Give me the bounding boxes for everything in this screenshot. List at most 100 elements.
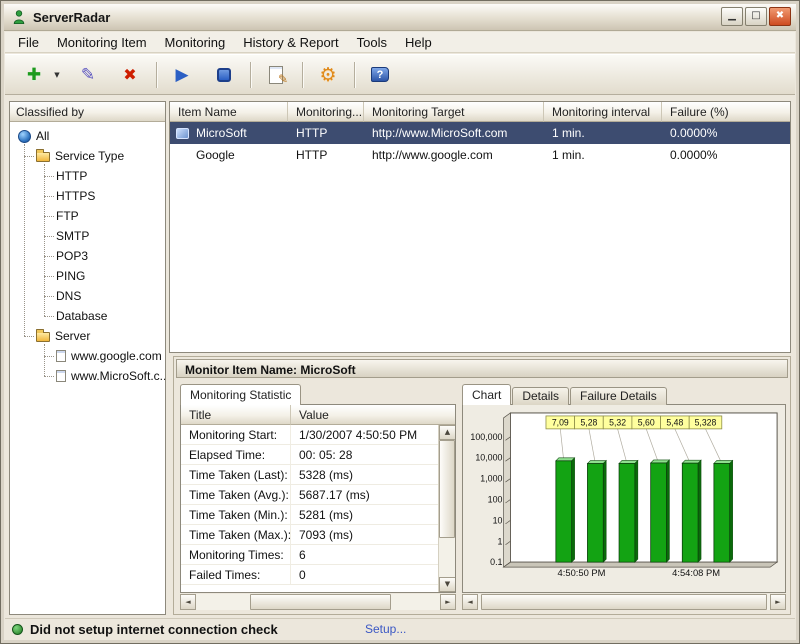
item-name-label: MicroSoft	[196, 126, 247, 140]
stats-row: Time Taken (Last): 5328 (ms)	[181, 465, 438, 485]
scroll-right-icon[interactable]: ►	[770, 594, 786, 610]
menu-tools[interactable]: Tools	[348, 33, 396, 52]
tree-item-service-type[interactable]: Service Type	[10, 146, 165, 166]
scroll-left-icon[interactable]: ◄	[180, 594, 196, 610]
column-header-item-name[interactable]: Item Name	[170, 102, 288, 122]
report-button[interactable]: ✎	[259, 60, 293, 90]
tab-chart[interactable]: Chart	[462, 384, 511, 405]
cell-monitoring-type: HTTP	[288, 126, 364, 140]
report-icon: ✎	[269, 66, 283, 84]
stop-icon	[217, 68, 231, 82]
stats-row: Monitoring Start: 1/30/2007 4:50:50 PM	[181, 425, 438, 445]
add-monitor-dropdown[interactable]: ▼	[51, 60, 63, 90]
toolbar-separator	[156, 62, 158, 88]
add-monitor-button[interactable]: ✚	[17, 60, 51, 90]
menu-help[interactable]: Help	[396, 33, 441, 52]
scrollbar-thumb[interactable]	[439, 440, 455, 538]
scrollbar-thumb[interactable]	[250, 594, 392, 610]
column-header-monitoring-type[interactable]: Monitoring...	[288, 102, 364, 122]
scroll-down-icon[interactable]: ▼	[439, 577, 456, 592]
tree-item-ping[interactable]: PING	[10, 266, 165, 286]
column-header-value[interactable]: Value	[291, 405, 455, 425]
tree-item-https[interactable]: HTTPS	[10, 186, 165, 206]
stats-row: Monitoring Times: 6	[181, 545, 438, 565]
svg-text:5,32: 5,32	[609, 417, 626, 427]
start-monitoring-button[interactable]: ▶	[165, 60, 199, 90]
response-time-chart: 100,00010,0001,0001001010.17,095,285,325…	[462, 404, 786, 593]
svg-text:5,328: 5,328	[695, 417, 717, 427]
tree-item-label: HTTP	[56, 169, 87, 183]
tab-failure-details[interactable]: Failure Details	[570, 387, 667, 405]
statistics-table-header: Title Value	[181, 405, 455, 425]
tree-item-all[interactable]: All	[10, 126, 165, 146]
scrollbar-track[interactable]	[478, 594, 770, 610]
table-row-google[interactable]: Google HTTP http://www.google.com 1 min.…	[170, 144, 790, 166]
svg-text:1,000: 1,000	[480, 474, 502, 484]
app-window: ServerRadar ▁ □ ✖ File Monitoring Item M…	[0, 0, 800, 644]
svg-text:10,000: 10,000	[475, 453, 502, 463]
svg-text:100: 100	[488, 494, 503, 504]
stat-value: 00: 05: 28	[291, 448, 438, 462]
bar-chart: 100,00010,0001,0001001010.17,095,285,325…	[463, 405, 785, 592]
tree-item-database[interactable]: Database	[10, 306, 165, 326]
stat-value: 5281 (ms)	[291, 508, 438, 522]
tree-item-www-google-com[interactable]: www.google.com	[10, 346, 165, 366]
cell-failure: 0.0000%	[662, 126, 790, 140]
column-header-monitoring-target[interactable]: Monitoring Target	[364, 102, 544, 122]
tree-item-label: All	[36, 129, 49, 143]
edit-monitor-button[interactable]: ✎	[71, 60, 105, 90]
menu-history-report[interactable]: History & Report	[234, 33, 347, 52]
menu-file[interactable]: File	[9, 33, 48, 52]
toolbar-separator	[354, 62, 356, 88]
tree-item-ftp[interactable]: FTP	[10, 206, 165, 226]
setup-link[interactable]: Setup...	[365, 622, 406, 636]
stat-title: Time Taken (Max.):	[181, 525, 291, 544]
scroll-up-icon[interactable]: ▲	[439, 425, 456, 440]
stop-monitoring-button[interactable]	[207, 60, 241, 90]
help-button[interactable]: ?	[363, 60, 397, 90]
scrollbar-track[interactable]	[439, 440, 455, 577]
tree-item-label: SMTP	[56, 229, 89, 243]
column-header-failure[interactable]: Failure (%)	[662, 102, 790, 122]
tree-item-server[interactable]: Server	[10, 326, 165, 346]
settings-button[interactable]: ⚙	[311, 60, 345, 90]
tab-monitoring-statistic[interactable]: Monitoring Statistic	[180, 384, 301, 405]
stats-vertical-scrollbar[interactable]: ▲ ▼	[438, 425, 455, 592]
column-header-title[interactable]: Title	[181, 405, 291, 425]
stats-horizontal-scrollbar[interactable]: ◄ ►	[180, 594, 456, 610]
classification-tree: All Service Type HTTP HTTPS FTP SMTP POP…	[10, 122, 165, 614]
cell-monitoring-interval: 1 min.	[544, 126, 662, 140]
tree-item-label: POP3	[56, 249, 88, 263]
tree-item-label: Database	[56, 309, 107, 323]
chart-horizontal-scrollbar[interactable]: ◄ ►	[462, 594, 786, 610]
scrollbar-thumb[interactable]	[481, 594, 767, 610]
scroll-left-icon[interactable]: ◄	[462, 594, 478, 610]
help-book-icon: ?	[371, 67, 389, 82]
close-button[interactable]: ✖	[769, 7, 791, 26]
delete-monitor-button[interactable]: ✖	[113, 60, 147, 90]
stat-title: Time Taken (Last):	[181, 465, 291, 484]
detail-panel: Monitor Item Name: MicroSoft Monitoring …	[173, 356, 791, 615]
column-header-monitoring-interval[interactable]: Monitoring interval	[544, 102, 662, 122]
stat-title: Monitoring Start:	[181, 425, 291, 444]
stat-value: 6	[291, 548, 438, 562]
tree-item-pop3[interactable]: POP3	[10, 246, 165, 266]
scrollbar-track[interactable]	[196, 594, 440, 610]
statistics-tabs: Monitoring Statistic	[180, 384, 456, 405]
minimize-button[interactable]: ▁	[721, 7, 743, 26]
tree-item-http[interactable]: HTTP	[10, 166, 165, 186]
tab-details[interactable]: Details	[512, 387, 569, 405]
tree-item-www-microsoft-com[interactable]: www.MicroSoft.c...	[10, 366, 165, 386]
cell-monitoring-target: http://www.google.com	[364, 148, 544, 162]
scroll-right-icon[interactable]: ►	[440, 594, 456, 610]
maximize-button[interactable]: □	[745, 7, 767, 26]
svg-text:7,09: 7,09	[552, 417, 569, 427]
menu-monitoring[interactable]: Monitoring	[156, 33, 235, 52]
list-header: Item Name Monitoring... Monitoring Targe…	[170, 102, 790, 122]
titlebar: ServerRadar ▁ □ ✖	[4, 4, 796, 31]
tree-item-dns[interactable]: DNS	[10, 286, 165, 306]
pencil-icon: ✎	[81, 65, 95, 85]
menu-monitoring-item[interactable]: Monitoring Item	[48, 33, 156, 52]
table-row-microsoft[interactable]: MicroSoft HTTP http://www.MicroSoft.com …	[170, 122, 790, 144]
tree-item-smtp[interactable]: SMTP	[10, 226, 165, 246]
